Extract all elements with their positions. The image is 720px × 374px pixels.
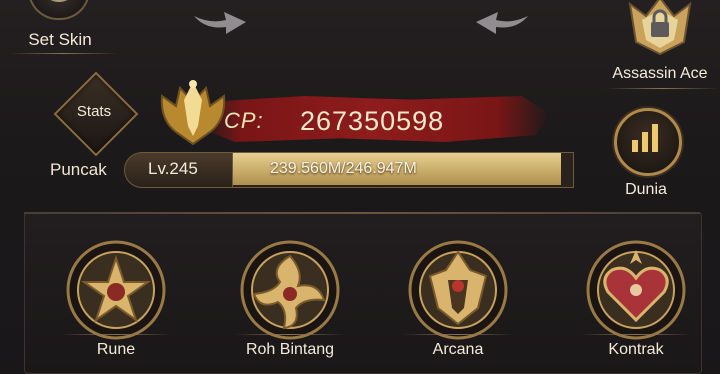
arrow-right-icon[interactable] [190, 2, 250, 38]
divider [8, 53, 118, 54]
assassin-ace-emblem-icon[interactable] [624, 0, 696, 56]
slot-label-arcana[interactable]: Arcana [388, 338, 528, 362]
star-spirit-icon[interactable] [238, 238, 342, 342]
rune-star-icon[interactable] [64, 238, 168, 342]
stats-label: Stats [76, 103, 112, 120]
exp-text: 239.560M/246.947M [270, 160, 417, 177]
assassin-ace-label[interactable]: Assassin Ace [600, 62, 720, 86]
cp-rank-emblem-icon [160, 80, 226, 146]
contract-heart-icon[interactable] [584, 238, 688, 342]
slot-label-rune[interactable]: Rune [46, 338, 186, 362]
world-ranking-button[interactable] [614, 108, 682, 176]
divider [605, 88, 720, 89]
cp-value: 267350598 [300, 106, 445, 136]
world-label: Dunia [625, 181, 667, 198]
divider [402, 334, 514, 335]
divider [60, 334, 172, 335]
arrow-left-icon[interactable] [472, 2, 532, 38]
set-skin-button[interactable]: Set Skin [0, 28, 120, 52]
cp-label: CP: [224, 108, 264, 133]
arcana-helm-icon[interactable] [406, 238, 510, 342]
skin-emblem-mark [46, 0, 72, 2]
slot-label-kontrak[interactable]: Kontrak [566, 338, 706, 362]
slot-label-roh-bintang[interactable]: Roh Bintang [220, 338, 360, 362]
divider [234, 334, 346, 335]
rank-label: Puncak [50, 160, 107, 179]
panel-border [24, 212, 700, 214]
divider [580, 334, 692, 335]
bar-chart-icon [632, 124, 658, 152]
level-text: Lv.245 [148, 159, 198, 178]
